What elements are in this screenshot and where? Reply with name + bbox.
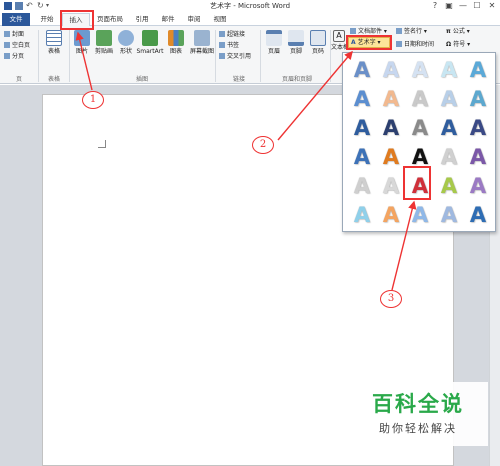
watermark-title: 百科全说	[372, 392, 464, 416]
arrow-1	[75, 31, 93, 91]
annotation-circle-2: 2	[252, 136, 274, 154]
watermark-subtitle: 助你轻松解决	[379, 422, 457, 435]
annotation-circle-1: 1	[82, 91, 104, 109]
arrow-2	[277, 50, 353, 141]
annotation-circle-3: 3	[380, 290, 402, 308]
watermark: 百科全说 助你轻松解决	[348, 382, 488, 446]
arrow-3	[391, 200, 417, 291]
